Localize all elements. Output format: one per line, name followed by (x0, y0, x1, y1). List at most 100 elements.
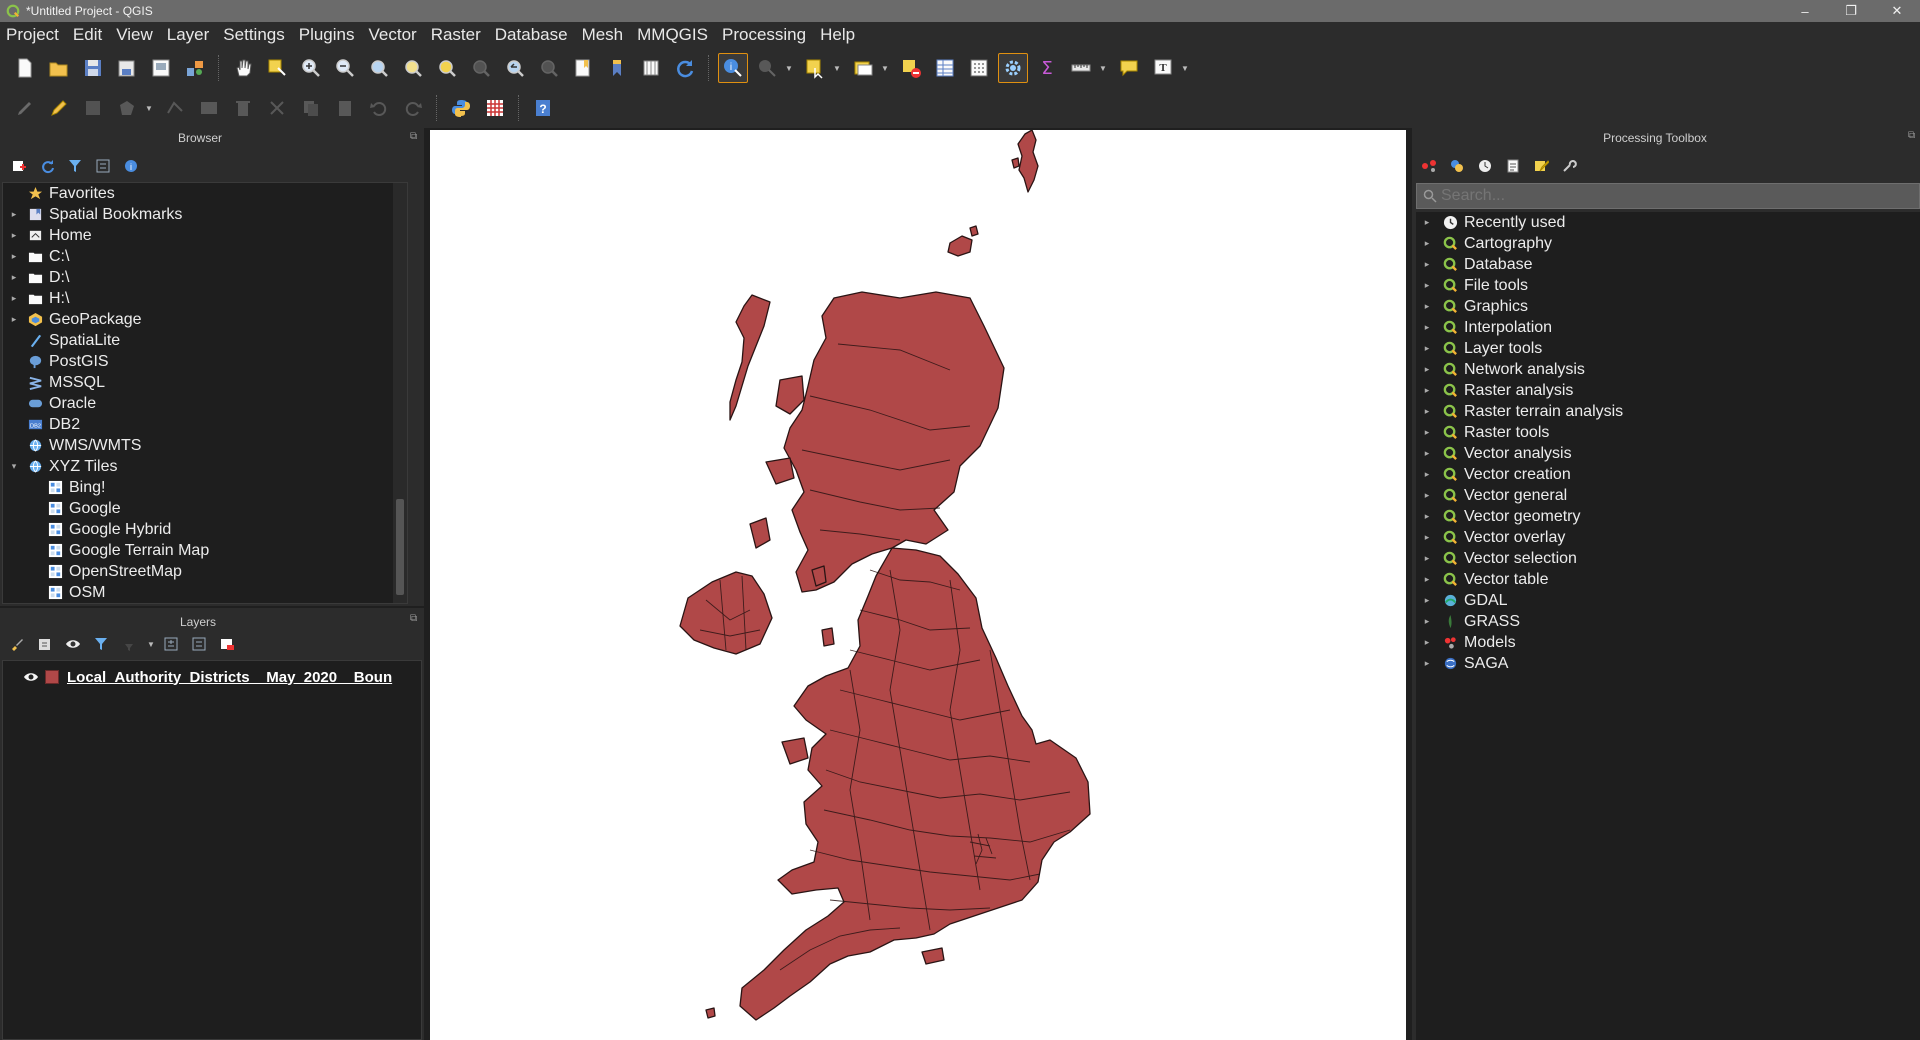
statistical-summary-button[interactable]: Σ (1032, 53, 1062, 83)
browser-item-xyz-google-terrain[interactable]: Google Terrain Map (3, 540, 407, 561)
manage-visibility-button[interactable] (62, 633, 84, 655)
expand-arrow[interactable]: ▸ (1420, 322, 1434, 333)
processing-toolbox-button[interactable] (998, 53, 1028, 83)
digitize-dropdown-arrow[interactable]: ▼ (144, 104, 154, 113)
zoom-to-layer-button[interactable] (398, 53, 428, 83)
expand-arrow[interactable]: ▸ (1420, 217, 1434, 228)
temporal-controller-button[interactable] (636, 53, 666, 83)
expand-arrow[interactable]: ▸ (1420, 595, 1434, 606)
algorithm-group-database[interactable]: ▸ Database (1416, 254, 1920, 275)
history-button[interactable] (1474, 155, 1496, 177)
layer-item[interactable]: Local_Authority_Districts__May_2020__Bou… (23, 667, 419, 687)
help-button[interactable]: ? (528, 93, 558, 123)
map-feature-outer-hebrides[interactable] (729, 294, 771, 421)
python-console-button[interactable] (446, 93, 476, 123)
expand-arrow[interactable]: ▸ (1420, 448, 1434, 459)
map-feature-mull[interactable] (765, 457, 795, 485)
browser-item-c-drive[interactable]: ▸ C:\ (3, 246, 407, 267)
save-project-button[interactable] (78, 53, 108, 83)
menu-mesh[interactable]: Mesh (582, 25, 624, 45)
menu-edit[interactable]: Edit (73, 25, 102, 45)
browser-refresh-button[interactable] (36, 155, 58, 177)
zoom-next-button[interactable] (534, 53, 564, 83)
algorithm-group-vector-creation[interactable]: ▸ Vector creation (1416, 464, 1920, 485)
expand-all-button[interactable] (160, 633, 182, 655)
expand-arrow[interactable]: ▸ (1420, 637, 1434, 648)
expand-arrow[interactable]: ▸ (1420, 469, 1434, 480)
expand-arrow[interactable]: ▸ (1420, 511, 1434, 522)
scrollbar-thumb[interactable] (396, 499, 404, 595)
redo-button[interactable] (398, 93, 428, 123)
scripts-button[interactable] (1446, 155, 1468, 177)
browser-item-home[interactable]: ▸ Home (3, 225, 407, 246)
map-feature-anglesey[interactable] (781, 737, 809, 765)
expand-arrow[interactable]: ▸ (1420, 616, 1434, 627)
algorithm-group-raster-tools[interactable]: ▸ Raster tools (1416, 422, 1920, 443)
map-feature-england-wales[interactable] (739, 547, 1091, 1021)
expand-arrow[interactable]: ▸ (7, 293, 21, 304)
expand-arrow[interactable]: ▸ (1420, 574, 1434, 585)
browser-item-oracle[interactable]: Oracle (3, 393, 407, 414)
expand-arrow[interactable]: ▸ (7, 251, 21, 262)
pan-map-button[interactable] (228, 53, 258, 83)
edit-features-in-place-button[interactable] (1530, 155, 1552, 177)
expand-arrow[interactable]: ▸ (7, 314, 21, 325)
show-bookmarks-button[interactable] (602, 53, 632, 83)
menu-project[interactable]: Project (6, 25, 59, 45)
add-feature-button[interactable] (112, 93, 142, 123)
algorithm-group-raster-terrain-analysis[interactable]: ▸ Raster terrain analysis (1416, 401, 1920, 422)
layer-symbol-swatch[interactable] (45, 670, 59, 684)
browser-item-xyz-google-hybrid[interactable]: Google Hybrid (3, 519, 407, 540)
browser-item-spatial-bookmarks[interactable]: ▸ Spatial Bookmarks (3, 204, 407, 225)
map-feature-northern-ireland[interactable] (679, 571, 773, 655)
measure-line-button[interactable] (1066, 53, 1096, 83)
map-rendering[interactable] (430, 130, 1406, 1040)
algorithm-group-file-tools[interactable]: ▸ File tools (1416, 275, 1920, 296)
expand-arrow[interactable]: ▸ (1420, 385, 1434, 396)
algorithm-provider-gdal[interactable]: ▸ GDAL (1416, 590, 1920, 611)
map-canvas[interactable] (430, 130, 1406, 1040)
layer-name[interactable]: Local_Authority_Districts__May_2020__Bou… (67, 669, 419, 686)
current-edits-button[interactable] (10, 93, 40, 123)
map-tips-toggle-button[interactable] (1114, 53, 1144, 83)
menu-plugins[interactable]: Plugins (299, 25, 355, 45)
grid-plugin-button[interactable] (480, 93, 510, 123)
map-feature-scilly[interactable] (705, 1007, 716, 1019)
expand-arrow[interactable]: ▸ (1420, 238, 1434, 249)
browser-scrollbar[interactable] (393, 183, 407, 603)
zoom-out-button[interactable] (330, 53, 360, 83)
algorithm-group-vector-geometry[interactable]: ▸ Vector geometry (1416, 506, 1920, 527)
minimize-button[interactable]: – (1782, 0, 1828, 22)
delete-selected-button[interactable] (228, 93, 258, 123)
new-project-button[interactable] (10, 53, 40, 83)
zoom-to-selection-button[interactable] (432, 53, 462, 83)
save-edits-button[interactable] (78, 93, 108, 123)
collapse-all-button[interactable] (188, 633, 210, 655)
algorithm-group-interpolation[interactable]: ▸ Interpolation (1416, 317, 1920, 338)
map-feature-scotland[interactable] (783, 291, 1005, 593)
eye-icon[interactable] (23, 671, 39, 683)
zoom-last-button[interactable] (500, 53, 530, 83)
map-feature-isle-of-wight[interactable] (921, 947, 945, 965)
browser-collapse-all-button[interactable] (92, 155, 114, 177)
attribute-table-button[interactable] (930, 53, 960, 83)
algorithm-group-cartography[interactable]: ▸ Cartography (1416, 233, 1920, 254)
undo-button[interactable] (364, 93, 394, 123)
browser-item-mssql[interactable]: MSSQL (3, 372, 407, 393)
expand-arrow[interactable]: ▸ (1420, 490, 1434, 501)
browser-item-wms-wmts[interactable]: WMS/WMTS (3, 435, 407, 456)
expand-arrow[interactable]: ▸ (7, 230, 21, 241)
expand-arrow[interactable]: ▸ (1420, 280, 1434, 291)
map-feature-skye[interactable] (775, 375, 805, 415)
algorithm-group-vector-general[interactable]: ▸ Vector general (1416, 485, 1920, 506)
algorithm-provider-models[interactable]: ▸ Models (1416, 632, 1920, 653)
measure-dropdown-arrow[interactable]: ▼ (1098, 64, 1108, 73)
browser-item-xyz-bing[interactable]: Bing! (3, 477, 407, 498)
toolbox-search-input[interactable] (1441, 187, 1901, 205)
menu-mmqgis[interactable]: MMQGIS (637, 25, 708, 45)
algorithm-group-network-analysis[interactable]: ▸ Network analysis (1416, 359, 1920, 380)
toggle-editing-button[interactable] (44, 93, 74, 123)
browser-item-xyz-tiles[interactable]: ▾ XYZ Tiles (3, 456, 407, 477)
browser-item-db2[interactable]: DB2 DB2 (3, 414, 407, 435)
menu-database[interactable]: Database (495, 25, 568, 45)
